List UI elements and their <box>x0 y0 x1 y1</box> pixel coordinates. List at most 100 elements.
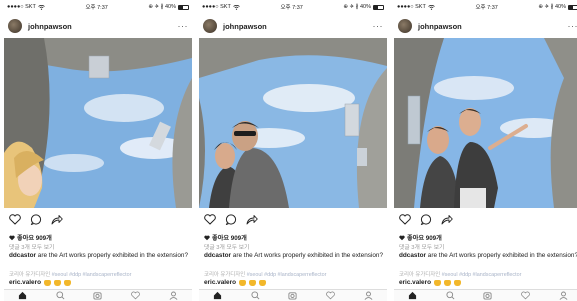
status-bar: ●●●●○ SKT 오후 7:37 ⊕ ✈ ∦ 40% <box>199 0 387 14</box>
photo-two-men-selfie[interactable] <box>394 38 577 208</box>
likes-count[interactable]: 좋아요 909개 <box>204 233 247 242</box>
username[interactable]: johnpawson <box>418 22 462 31</box>
camera-icon[interactable] <box>93 291 103 300</box>
likes-label: 좋아요 909개 <box>407 235 442 242</box>
tags-korean: 코리아 유가디자인 <box>399 272 441 278</box>
clap-emoji <box>43 279 51 286</box>
caption-tags: 코리아 유가디자인 #seoul #ddp #landscaperreflect… <box>9 270 131 278</box>
view-all-comments-link[interactable]: 댓글 3개 모두 보기 <box>204 242 249 251</box>
clap-emoji <box>238 279 246 286</box>
photo-woman-selfie[interactable] <box>4 38 192 208</box>
battery-icon <box>372 4 384 10</box>
tags-hashtags[interactable]: #seoul #ddp #landscaperreflector <box>442 272 522 278</box>
status-right: ⊕ ✈ ∦ 40% <box>148 4 176 10</box>
likes-count[interactable]: 좋아요 909개 <box>399 233 442 242</box>
post-caption: ddcastor are the Art works properly exhi… <box>9 252 189 260</box>
heart-icon[interactable] <box>9 213 21 225</box>
likes-label: 좋아요 909개 <box>212 235 247 242</box>
share-icon[interactable] <box>51 214 63 225</box>
carrier-label: ●●●●○ SKT <box>202 4 231 10</box>
comment-icon[interactable] <box>30 213 42 225</box>
comment-username[interactable]: eric.valero <box>9 279 41 286</box>
clap-emoji <box>433 279 441 286</box>
username[interactable]: johnpawson <box>223 22 267 31</box>
search-icon[interactable] <box>446 291 455 300</box>
wifi-icon <box>428 4 435 10</box>
clap-emoji <box>248 279 256 286</box>
comment-username[interactable]: eric.valero <box>204 279 236 286</box>
home-icon[interactable] <box>213 291 222 300</box>
comment-row: eric.valero <box>204 279 266 286</box>
instagram-post-screen-1: ●●●●○ SKT 오후 7:37 ⊕ ✈ ∦ 40% johnpawson ·… <box>4 0 192 301</box>
post-actions <box>394 208 577 230</box>
tags-korean: 코리아 유가디자인 <box>9 272 51 278</box>
instagram-post-screen-3: ●●●●○ SKT 오후 7:37 ⊕ ✈ ∦ 40% johnpawson ·… <box>394 0 577 301</box>
username[interactable]: johnpawson <box>28 22 72 31</box>
more-options-icon[interactable]: ··· <box>178 21 189 31</box>
home-icon[interactable] <box>408 291 417 300</box>
status-right: ⊕ ✈ ∦ 40% <box>538 4 566 10</box>
comment-username[interactable]: eric.valero <box>399 279 431 286</box>
profile-icon[interactable] <box>169 291 178 300</box>
search-icon[interactable] <box>56 291 65 300</box>
caption-tags: 코리아 유가디자인 #seoul #ddp #landscaperreflect… <box>204 270 326 278</box>
search-icon[interactable] <box>251 291 260 300</box>
camera-icon[interactable] <box>288 291 298 300</box>
bottom-tab-bar <box>394 289 577 301</box>
post-actions <box>199 208 387 230</box>
caption-text: are the Art works properly exhibited in … <box>427 252 577 259</box>
post-actions <box>4 208 192 230</box>
activity-heart-icon[interactable] <box>521 291 530 300</box>
clap-emoji <box>453 279 461 286</box>
heart-icon[interactable] <box>204 213 216 225</box>
status-time: 오후 7:37 <box>475 5 498 11</box>
avatar[interactable] <box>203 19 217 33</box>
battery-icon <box>177 4 189 10</box>
instagram-post-screen-2: ●●●●○ SKT 오후 7:37 ⊕ ✈ ∦ 40% johnpawson ·… <box>199 0 387 301</box>
activity-heart-icon[interactable] <box>326 291 335 300</box>
status-right: ⊕ ✈ ∦ 40% <box>343 4 371 10</box>
post-caption: ddcastor are the Art works properly exhi… <box>204 252 384 260</box>
more-options-icon[interactable]: ··· <box>568 21 577 31</box>
post-header: johnpawson ··· <box>199 14 387 38</box>
avatar[interactable] <box>8 19 22 33</box>
likes-count[interactable]: 좋아요 909개 <box>9 233 52 242</box>
status-bar: ●●●●○ SKT 오후 7:37 ⊕ ✈ ∦ 40% <box>4 0 192 14</box>
tags-hashtags[interactable]: #seoul #ddp #landscaperreflector <box>52 272 132 278</box>
post-header: johnpawson ··· <box>394 14 577 38</box>
more-options-icon[interactable]: ··· <box>373 21 384 31</box>
like-heart-icon <box>399 235 405 240</box>
home-icon[interactable] <box>18 291 27 300</box>
profile-icon[interactable] <box>364 291 373 300</box>
caption-username[interactable]: ddcastor <box>399 252 426 259</box>
wifi-icon <box>233 4 240 10</box>
share-icon[interactable] <box>441 214 453 225</box>
caption-username[interactable]: ddcastor <box>204 252 231 259</box>
avatar[interactable] <box>398 19 412 33</box>
caption-tags: 코리아 유가디자인 #seoul #ddp #landscaperreflect… <box>399 270 521 278</box>
battery-icon <box>567 4 577 10</box>
profile-icon[interactable] <box>559 291 568 300</box>
tags-korean: 코리아 유가디자인 <box>204 272 246 278</box>
comment-icon[interactable] <box>420 213 432 225</box>
photo-couple-selfie[interactable] <box>199 38 387 208</box>
likes-label: 좋아요 909개 <box>17 235 52 242</box>
caption-text: are the Art works properly exhibited in … <box>232 252 384 259</box>
like-heart-icon <box>9 235 15 240</box>
comment-icon[interactable] <box>225 213 237 225</box>
clap-emoji <box>63 279 71 286</box>
activity-heart-icon[interactable] <box>131 291 140 300</box>
share-icon[interactable] <box>246 214 258 225</box>
status-time: 오후 7:37 <box>85 5 108 11</box>
caption-username[interactable]: ddcastor <box>9 252 36 259</box>
clap-emoji <box>443 279 451 286</box>
camera-icon[interactable] <box>483 291 493 300</box>
clap-emoji <box>258 279 266 286</box>
post-caption: ddcastor are the Art works properly exhi… <box>399 252 577 260</box>
heart-icon[interactable] <box>399 213 411 225</box>
view-all-comments-link[interactable]: 댓글 3개 모두 보기 <box>399 242 444 251</box>
tags-hashtags[interactable]: #seoul #ddp #landscaperreflector <box>247 272 327 278</box>
carrier-label: ●●●●○ SKT <box>7 4 36 10</box>
view-all-comments-link[interactable]: 댓글 3개 모두 보기 <box>9 242 54 251</box>
bottom-tab-bar <box>199 289 387 301</box>
